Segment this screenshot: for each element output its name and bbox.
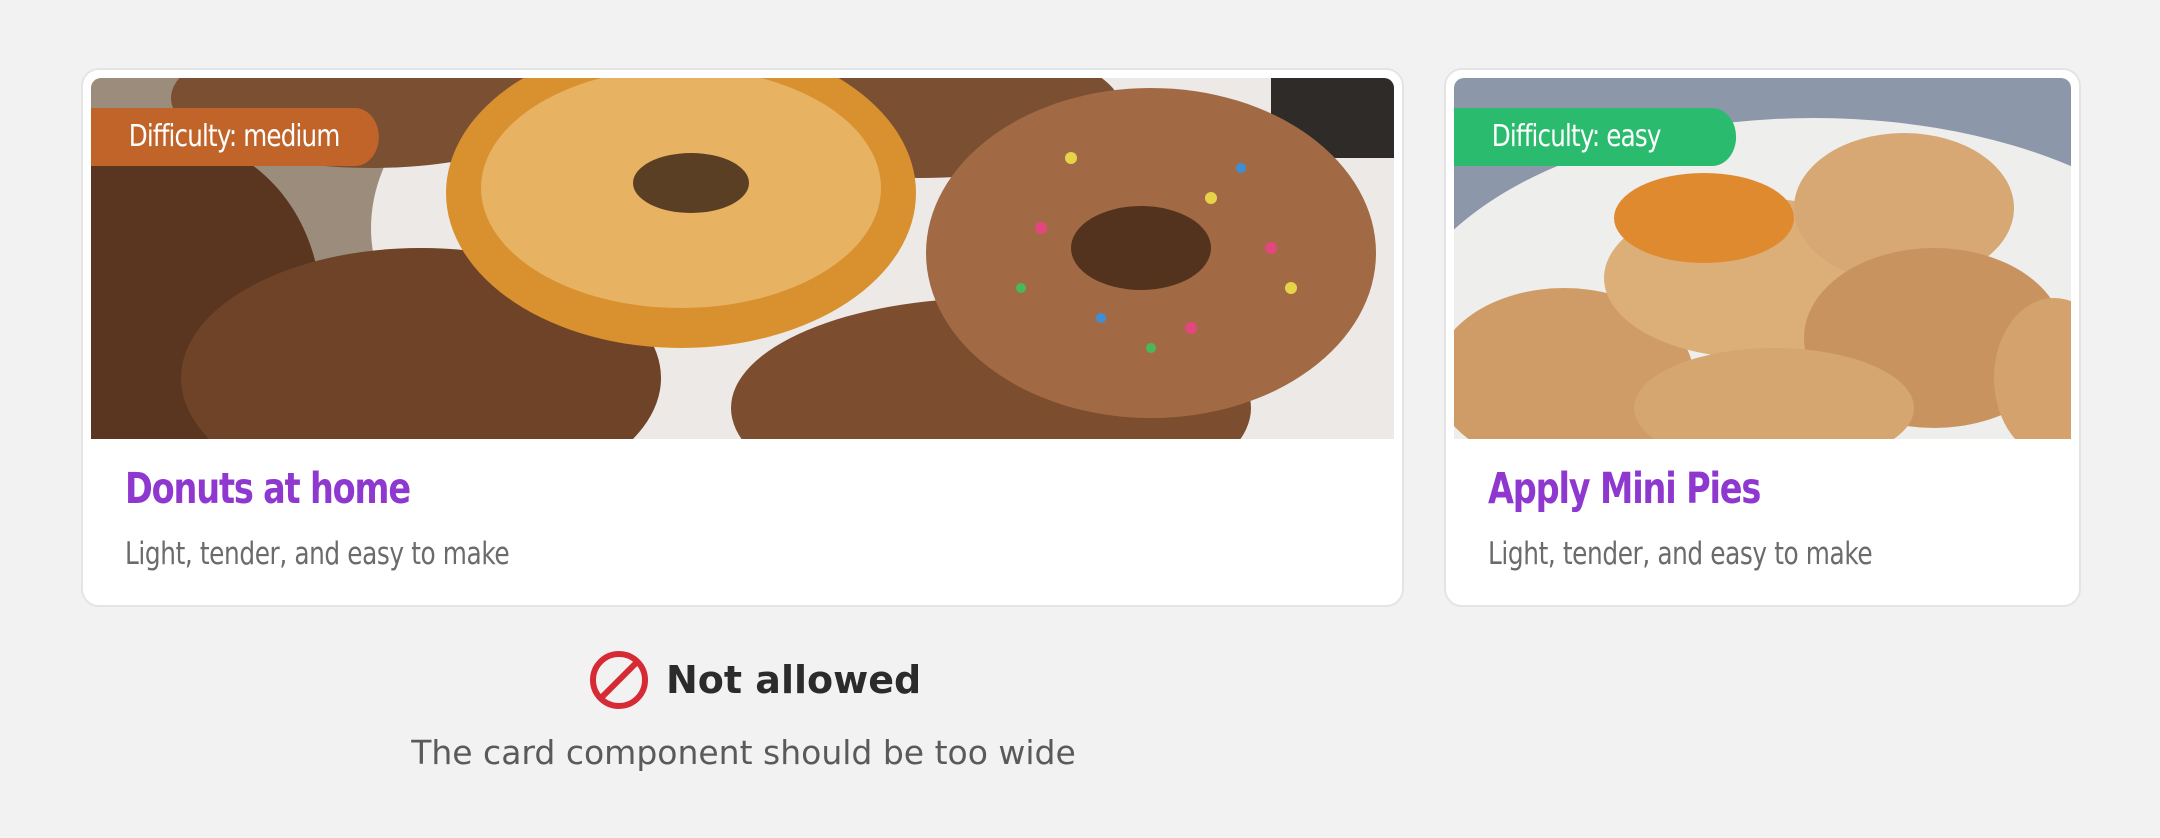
- recipe-card-mini-pies[interactable]: Difficulty: easy Apply Mini Pies Light, …: [1444, 68, 2081, 607]
- mini-pies-photo: Difficulty: easy: [1454, 78, 2071, 439]
- card-title[interactable]: Donuts at home: [125, 464, 411, 514]
- donuts-photo: Difficulty: medium: [91, 78, 1394, 439]
- verdict-label: Not allowed: [666, 658, 922, 702]
- page: Difficulty: medium Donuts at home Light,…: [0, 0, 2160, 838]
- verdict-note: The card component should be too wide: [411, 733, 1076, 772]
- card-subtitle: Light, tender, and easy to make: [1488, 536, 1873, 572]
- card-subtitle: Light, tender, and easy to make: [125, 536, 510, 572]
- difficulty-badge: Difficulty: medium: [91, 108, 379, 166]
- verdict: Not allowed: [588, 648, 921, 712]
- card-title[interactable]: Apply Mini Pies: [1488, 464, 1761, 514]
- prohibited-icon: [590, 651, 648, 709]
- difficulty-badge: Difficulty: easy: [1454, 108, 1737, 166]
- recipe-card-donuts[interactable]: Difficulty: medium Donuts at home Light,…: [81, 68, 1404, 607]
